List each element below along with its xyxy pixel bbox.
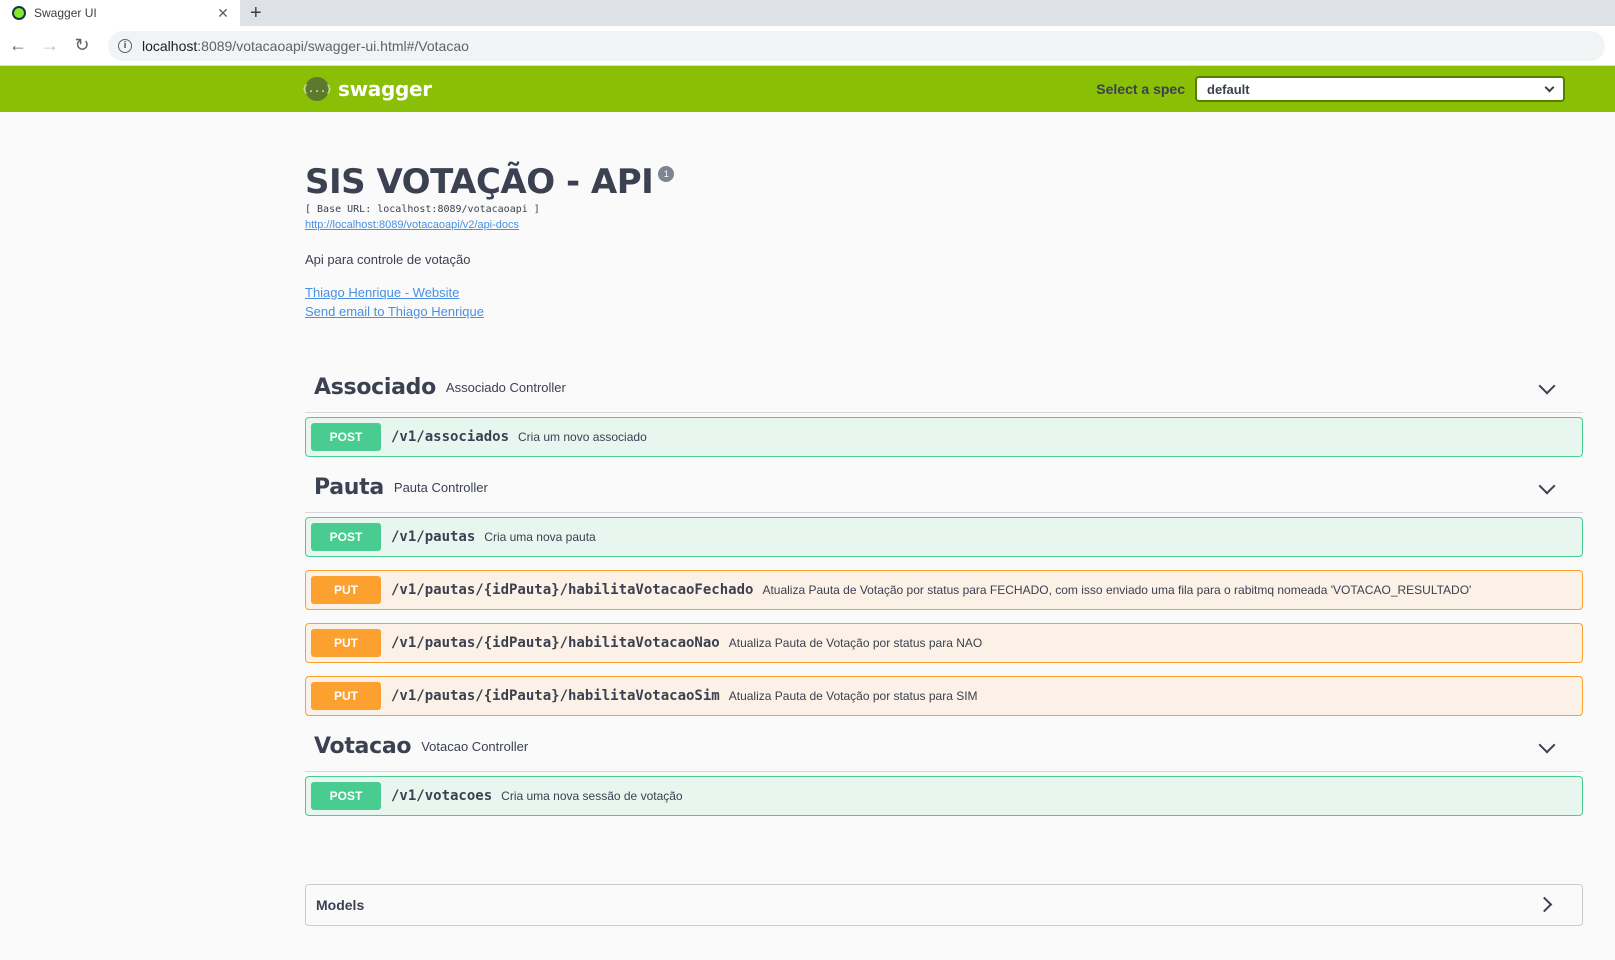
tag-section-associado: Associado Associado Controller POST/v1/ass… (305, 363, 1583, 457)
swagger-main: SIS VOTAÇÃO - API 1 [ Base URL: localhos… (305, 112, 1583, 816)
swagger-topbar: {...} swagger Select a spec default (0, 66, 1615, 112)
method-badge: POST (311, 423, 381, 451)
operations-list: Associado Associado Controller POST/v1/ass… (305, 363, 1583, 816)
operation-row[interactable]: POST/v1/associados Cria um novo associado (305, 417, 1583, 457)
operation-summary: Atualiza Pauta de Votação por status par… (762, 583, 1472, 597)
chevron-down-icon[interactable] (1538, 377, 1556, 395)
url-rest: :8089/votacaoapi/swagger-ui.html#/Votaca… (197, 37, 469, 54)
reload-icon[interactable]: ↻ (68, 35, 96, 56)
tag-header[interactable]: Associado Associado Controller (305, 363, 1583, 413)
chevron-down-icon[interactable] (1538, 736, 1556, 754)
swagger-logo-icon: {...} (302, 77, 332, 101)
models-section[interactable]: Models (305, 884, 1583, 926)
method-badge: PUT (311, 629, 381, 657)
operation-path: /v1/votacoes (391, 788, 493, 804)
tag-description: Pauta Controller (393, 480, 488, 495)
method-badge: POST (311, 523, 381, 551)
url-host: localhost (142, 37, 198, 54)
base-url: [ Base URL: localhost:8089/votacaoapi ] (305, 204, 540, 215)
operation-path: /v1/pautas/{idPauta}/habilitaVotacaoSim (391, 688, 720, 704)
address-bar[interactable]: i localhost:8089/votacaoapi/swagger-ui.h… (108, 30, 1605, 61)
tag-header[interactable]: Votacao Votacao Controller (305, 722, 1583, 772)
operation-summary: Cria um novo associado (518, 430, 647, 444)
back-arrow-icon[interactable]: ← (4, 35, 32, 56)
api-docs-link[interactable]: http://localhost:8089/votacaoapi/v2/api-… (305, 219, 519, 231)
spec-select-value: default (1207, 81, 1250, 97)
method-badge: POST (311, 782, 381, 810)
contact-website-link[interactable]: Thiago Henrique - Website (305, 283, 1583, 302)
chevron-right-icon (1536, 896, 1553, 913)
contact-email-link[interactable]: Send email to Thiago Henrique (305, 302, 1583, 321)
spec-select[interactable]: default (1195, 76, 1565, 102)
operation-row[interactable]: PUT/v1/pautas/{idPauta}/habilitaVotacaoN… (305, 623, 1583, 663)
tag-name: Pauta (314, 475, 384, 500)
api-description: Api para controle de votação (305, 252, 471, 267)
method-badge: PUT (311, 682, 381, 710)
contact-links: Thiago Henrique - Website Send email to … (305, 283, 1583, 321)
method-badge: PUT (311, 576, 381, 604)
operation-row[interactable]: POST/v1/pautas Cria uma nova pauta (305, 517, 1583, 557)
tag-header[interactable]: Pauta Pauta Controller (305, 463, 1583, 513)
tag-section-votacao: Votacao Votacao Controller POST/v1/votacoe… (305, 722, 1583, 816)
swagger-logo-text: swagger (338, 77, 432, 101)
tag-name: Associado (314, 375, 436, 400)
spec-label: Select a spec (1096, 81, 1185, 97)
models-title: Models (316, 897, 365, 913)
spec-selector: Select a spec default (1096, 76, 1565, 102)
close-tab-icon[interactable]: ✕ (214, 5, 232, 22)
operation-path: /v1/associados (391, 429, 510, 445)
swagger-logo[interactable]: {...} swagger (302, 77, 432, 101)
url-text: localhost:8089/votacaoapi/swagger-ui.htm… (142, 38, 469, 54)
version-badge: 1 (658, 166, 675, 182)
operation-path: /v1/pautas/{idPauta}/habilitaVotacaoNao (391, 635, 720, 651)
browser-toolbar: ← → ↻ i localhost:8089/votacaoapi/swagge… (0, 26, 1615, 66)
browser-tab[interactable]: Swagger UI ✕ (0, 0, 240, 26)
site-info-icon[interactable]: i (118, 38, 132, 53)
operation-summary: Atualiza Pauta de Votação por status par… (728, 636, 983, 650)
operation-summary: Atualiza Pauta de Votação por status par… (728, 689, 978, 703)
tag-description: Votacao Controller (421, 739, 529, 754)
browser-tab-strip: Swagger UI ✕ + (0, 0, 1615, 26)
tab-title: Swagger UI (34, 6, 97, 20)
tag-description: Associado Controller (445, 380, 566, 395)
operation-row[interactable]: POST/v1/votacoes Cria uma nova sessão de … (305, 776, 1583, 816)
operation-path: /v1/pautas/{idPauta}/habilitaVotacaoFech… (391, 582, 754, 598)
operation-summary: Cria uma nova sessão de votação (501, 789, 683, 803)
operation-summary: Cria uma nova pauta (484, 530, 596, 544)
forward-arrow-icon[interactable]: → (36, 35, 64, 56)
chevron-down-icon[interactable] (1538, 477, 1556, 495)
tag-name: Votacao (314, 734, 412, 759)
info-title-row: SIS VOTAÇÃO - API 1 (305, 162, 1583, 202)
tag-section-pauta: Pauta Pauta Controller POST/v1/pautas Cria … (305, 463, 1583, 716)
operation-path: /v1/pautas (391, 529, 476, 545)
new-tab-button[interactable]: + (250, 2, 262, 24)
operation-row[interactable]: PUT/v1/pautas/{idPauta}/habilitaVotacaoF… (305, 570, 1583, 610)
chevron-down-icon (1544, 82, 1555, 92)
operation-row[interactable]: PUT/v1/pautas/{idPauta}/habilitaVotacaoS… (305, 676, 1583, 716)
api-title: SIS VOTAÇÃO - API (305, 162, 654, 202)
swagger-favicon-icon (12, 6, 26, 20)
